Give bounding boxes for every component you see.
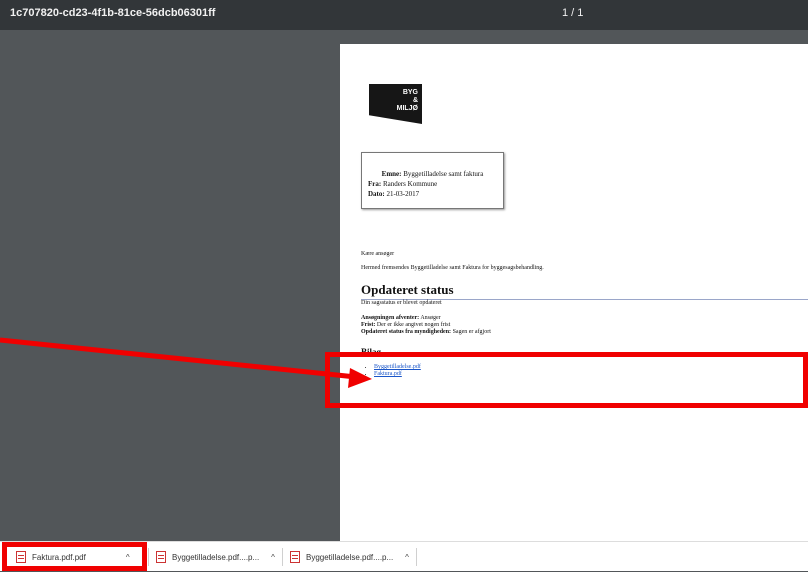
detail-row-deadline: Frist: Der er ikke angivet nogen frist xyxy=(361,322,451,328)
date-row: Dato: 21-03-2017 xyxy=(368,190,420,198)
download-filename: Byggetilladelse.pdf....p... xyxy=(172,552,260,562)
divider xyxy=(282,548,283,566)
subject-row: Emne: Byggetilladelse samt faktura xyxy=(381,170,484,178)
status-heading: Opdateret status xyxy=(361,282,808,300)
logo-line-1: BYG xyxy=(402,89,418,96)
pdf-viewport[interactable]: BYG & MILJØ Emne: Byggetilladelse samt f… xyxy=(0,30,808,544)
download-item[interactable]: Byggetilladelse.pdf....p... ^ xyxy=(290,542,409,572)
chevron-up-icon[interactable]: ^ xyxy=(405,553,409,562)
byg-miljo-logo: BYG & MILJØ xyxy=(369,84,422,124)
pdf-viewer-toolbar: 1c707820-cd23-4f1b-81ce-56dcb06301ff 1 /… xyxy=(0,0,808,30)
pdf-file-icon xyxy=(290,551,300,563)
chevron-up-icon[interactable]: ^ xyxy=(271,553,275,562)
greeting-text: Kære ansøger xyxy=(361,251,395,257)
message-info-box: Emne: Byggetilladelse samt faktura Fra: … xyxy=(361,152,504,209)
annotation-download-highlight xyxy=(2,542,147,571)
pdf-file-icon xyxy=(156,551,166,563)
logo-line-3: MILJØ xyxy=(396,105,418,112)
download-item[interactable]: Byggetilladelse.pdf....p... ^ xyxy=(156,542,275,572)
from-row: Fra: Randers Kommune xyxy=(368,180,438,188)
status-details: Ansøgningen afventer: Ansøger Frist: Der… xyxy=(361,315,491,336)
divider xyxy=(416,548,417,566)
file-title: 1c707820-cd23-4f1b-81ce-56dcb06301ff xyxy=(10,7,216,19)
divider xyxy=(148,548,149,566)
pdf-page: BYG & MILJØ Emne: Byggetilladelse samt f… xyxy=(340,44,808,544)
detail-row-updated-status: Opdateret status fra myndigheden: Sagen … xyxy=(361,329,491,335)
status-text: Din sagsstatus er blevet opdateret xyxy=(361,300,442,306)
page-counter: 1 / 1 xyxy=(562,7,584,19)
intro-text: Hermed fremsendes Byggetilladelse samt F… xyxy=(361,265,544,271)
detail-row-awaiting: Ansøgningen afventer: Ansøger xyxy=(361,315,441,321)
logo-line-2: & xyxy=(412,97,418,104)
annotation-highlight-box xyxy=(325,352,808,408)
download-filename: Byggetilladelse.pdf....p... xyxy=(306,552,394,562)
